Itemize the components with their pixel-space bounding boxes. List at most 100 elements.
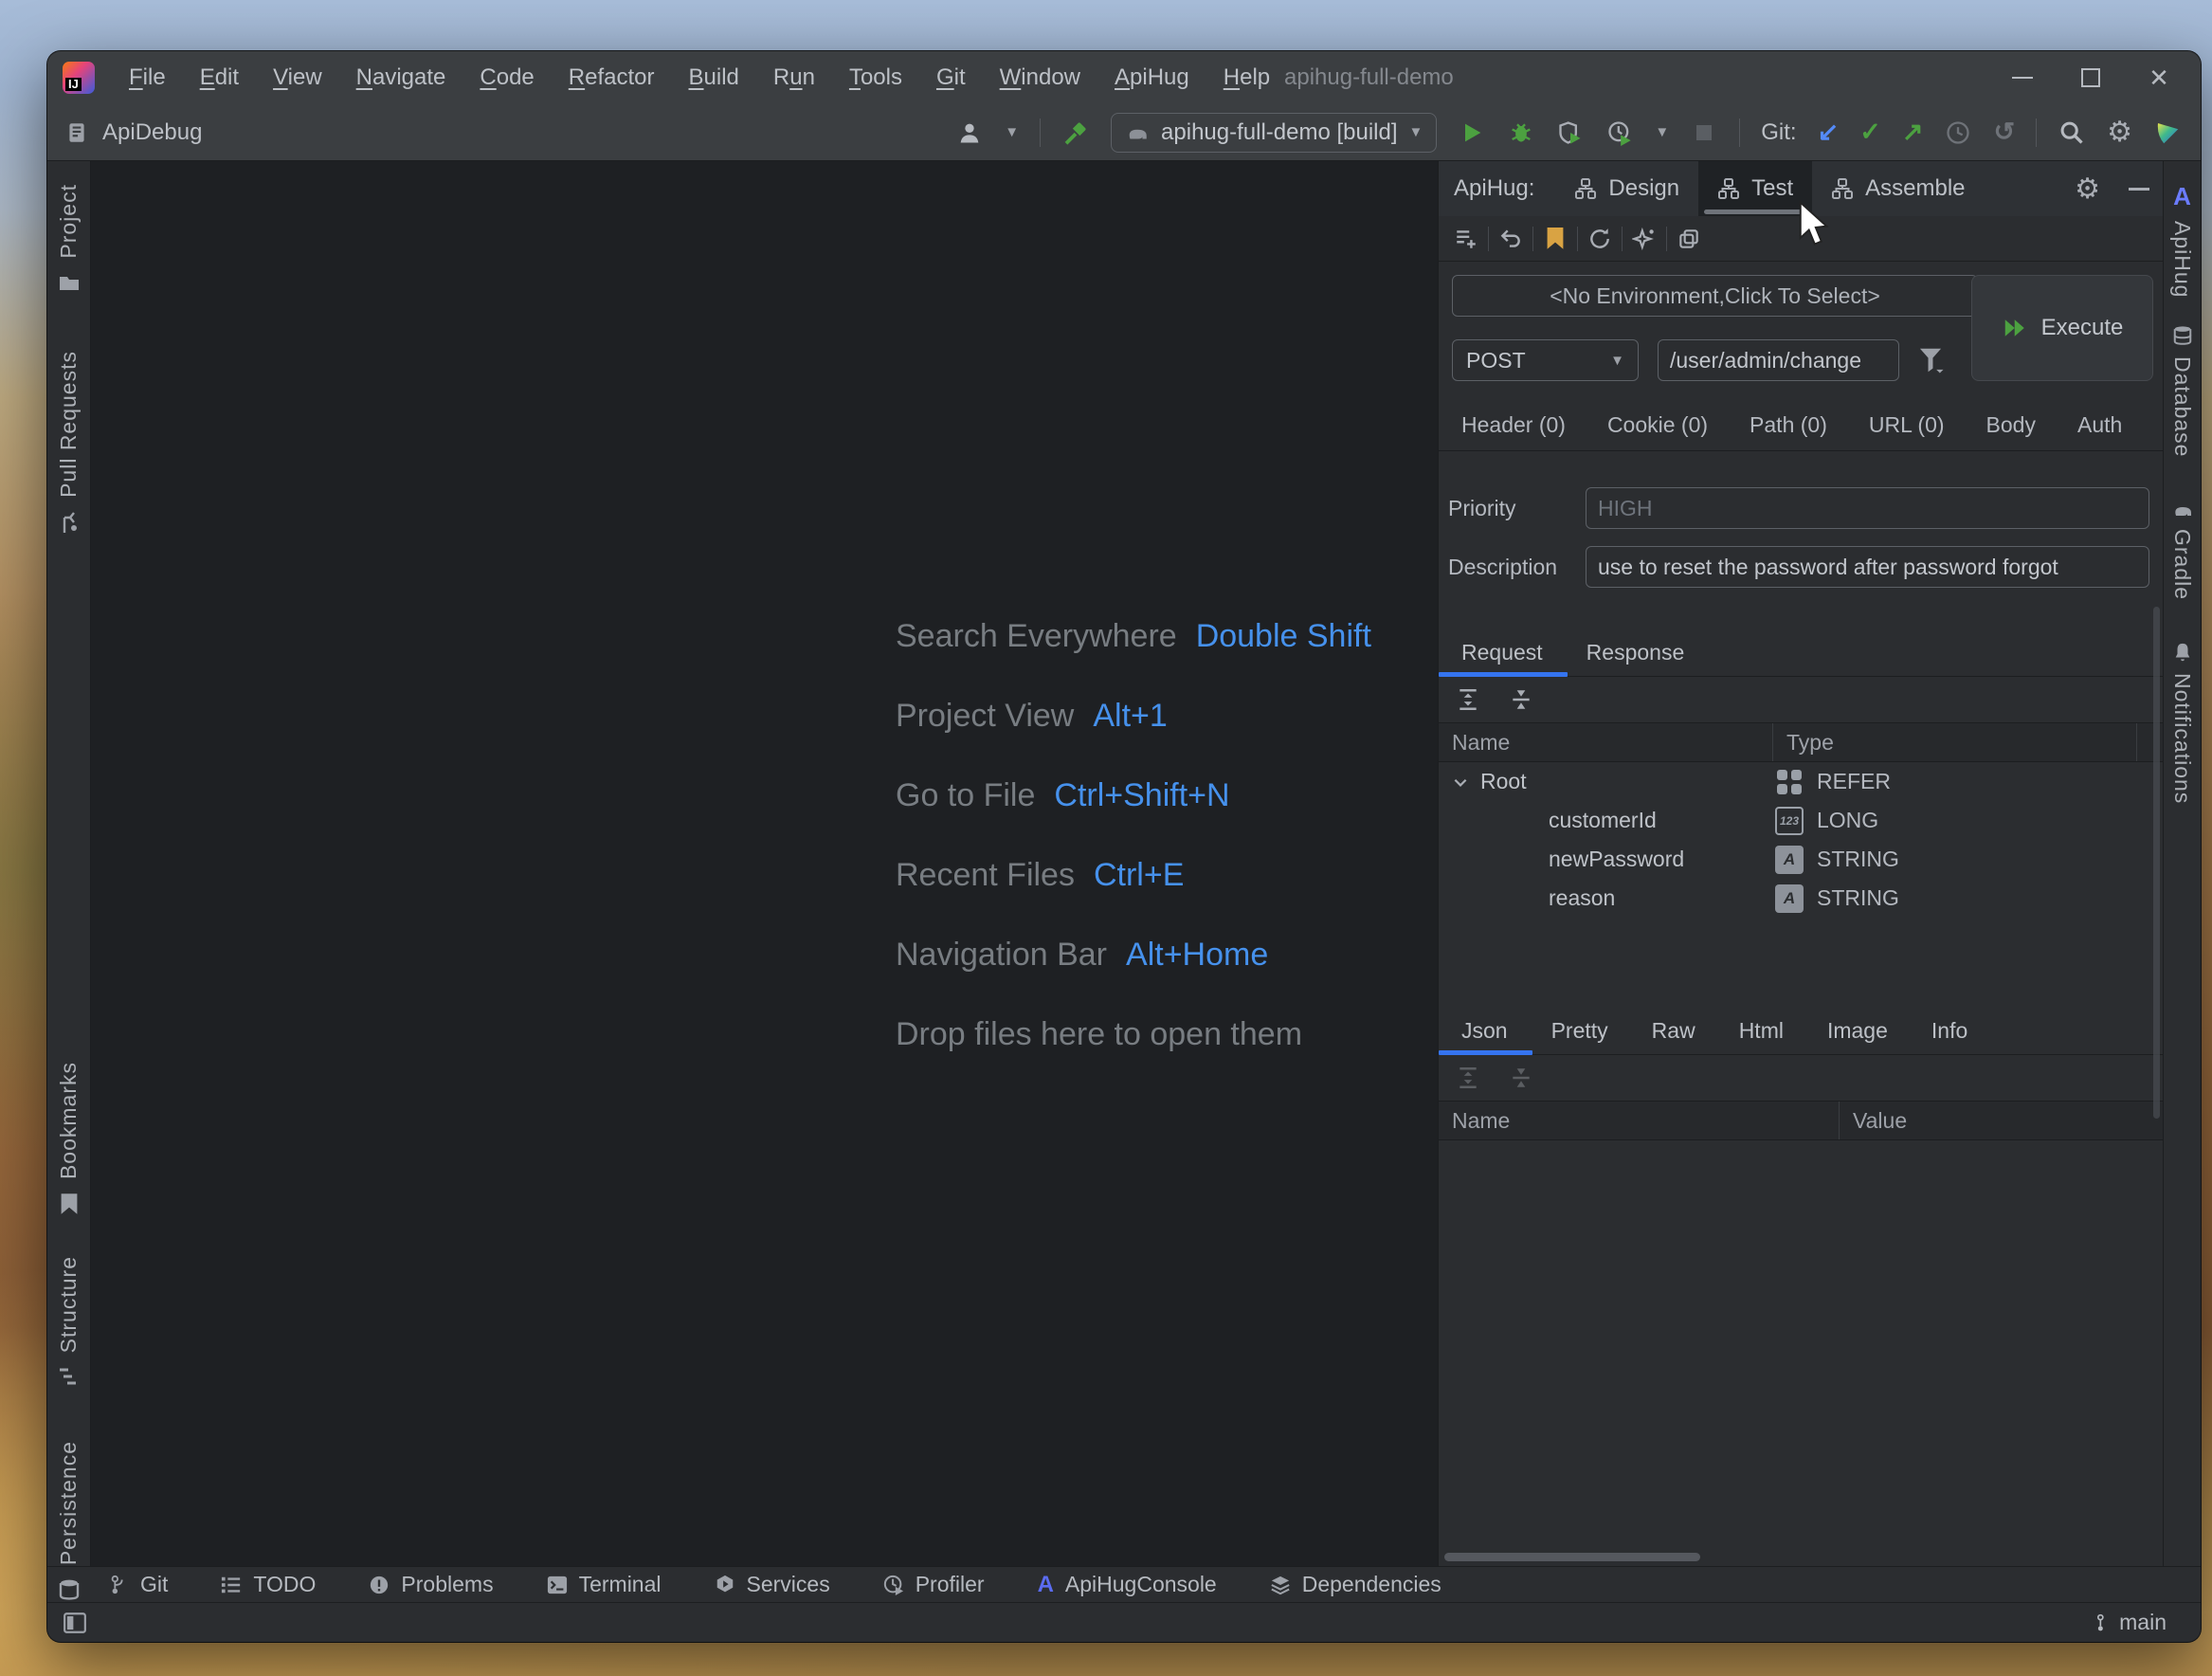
expand-all-icon[interactable]: [1454, 683, 1482, 716]
maximize-button[interactable]: [2057, 51, 2125, 104]
git-commit-check-icon[interactable]: ✓: [1859, 118, 1881, 147]
filter-funnel-icon[interactable]: [1916, 345, 1945, 375]
menu-item[interactable]: Navigate: [343, 59, 460, 97]
priority-row: Priority: [1439, 487, 2163, 529]
toolwindow-profiler[interactable]: Profiler: [883, 1572, 985, 1597]
sidebar-item-apihug[interactable]: A ApiHug: [2164, 182, 2201, 298]
response-view-tab[interactable]: Html: [1739, 1008, 1784, 1054]
request-url-input[interactable]: [1658, 339, 1899, 381]
param-tab[interactable]: Auth: [2077, 412, 2122, 438]
profiler-button[interactable]: [1605, 117, 1634, 149]
git-branch-widget[interactable]: main: [2093, 1610, 2167, 1635]
toolwindow-dependencies[interactable]: Dependencies: [1270, 1572, 1441, 1597]
sidebar-item-project[interactable]: Project: [47, 184, 90, 293]
column-value[interactable]: Value: [1839, 1102, 2163, 1139]
column-name[interactable]: Name: [1439, 723, 1772, 761]
ai-sparkle-icon[interactable]: [1623, 223, 1666, 255]
run-configuration-select[interactable]: apihug-full-demo [build] ▼: [1111, 112, 1438, 153]
panel-minimize-icon[interactable]: [2129, 187, 2149, 191]
bookmark-icon[interactable]: [1533, 223, 1577, 255]
table-row[interactable]: newPassword STRING: [1439, 840, 2163, 879]
toolwindow-services[interactable]: Services: [715, 1572, 830, 1597]
response-view-tab[interactable]: Pretty: [1551, 1008, 1608, 1054]
chevron-down-icon[interactable]: [1452, 774, 1471, 791]
sidebar-item-structure[interactable]: Structure: [47, 1256, 90, 1387]
menu-item[interactable]: Refactor: [555, 59, 668, 97]
menu-item[interactable]: ApiHug: [1101, 59, 1203, 97]
sidebar-item-notifications[interactable]: Notifications: [2164, 641, 2201, 804]
vertical-scrollbar[interactable]: [2153, 607, 2160, 1119]
environment-select-button[interactable]: <No Environment,Click To Select>: [1452, 275, 1978, 317]
shortcut-keys[interactable]: Alt+1: [1093, 698, 1167, 735]
table-row[interactable]: Root REFER: [1439, 762, 2163, 801]
sidebar-item-persistence[interactable]: Persistence: [47, 1441, 90, 1601]
layout-toggle-icon[interactable]: [61, 1607, 89, 1639]
menu-item[interactable]: Build: [676, 59, 752, 97]
table-row[interactable]: customerId LONG: [1439, 801, 2163, 840]
menu-item[interactable]: Window: [987, 59, 1094, 97]
menu-item[interactable]: View: [260, 59, 335, 97]
run-button[interactable]: [1458, 117, 1486, 149]
response-view-tab[interactable]: Raw: [1652, 1008, 1695, 1054]
apihug-tab[interactable]: Assemble: [1812, 161, 1984, 216]
menu-item[interactable]: Tools: [836, 59, 916, 97]
apihug-tab[interactable]: Test: [1698, 161, 1813, 216]
collapse-all-icon[interactable]: [1507, 683, 1535, 716]
menu-item[interactable]: Help: [1210, 59, 1283, 97]
column-name[interactable]: Name: [1439, 1102, 1839, 1139]
response-view-tab[interactable]: Info: [1931, 1008, 1967, 1054]
sidebar-item-bookmarks[interactable]: Bookmarks: [47, 1062, 90, 1215]
sidebar-item-gradle[interactable]: Gradle: [2164, 501, 2201, 600]
shortcut-keys[interactable]: Ctrl+Shift+N: [1054, 777, 1229, 814]
minimize-button[interactable]: [1988, 51, 2057, 104]
request-response-tab[interactable]: Response: [1586, 629, 1685, 676]
table-row[interactable]: reason STRING: [1439, 879, 2163, 918]
build-hammer-icon[interactable]: [1061, 117, 1090, 149]
param-tab[interactable]: Cookie (0): [1607, 412, 1708, 438]
close-button[interactable]: ✕: [2125, 51, 2193, 104]
sidebar-item-pull-requests[interactable]: Pull Requests: [47, 351, 90, 534]
panel-settings-gear-icon[interactable]: ⚙: [2075, 173, 2100, 206]
menu-item[interactable]: Edit: [187, 59, 252, 97]
param-tab[interactable]: Body: [1986, 412, 2036, 438]
menu-item[interactable]: Run: [760, 59, 828, 97]
copy-icon[interactable]: [1667, 223, 1711, 255]
toolwindow-apihugconsole[interactable]: A ApiHugConsole: [1038, 1572, 1217, 1598]
user-dropdown-caret-icon[interactable]: ▼: [1005, 124, 1019, 140]
response-view-tab[interactable]: Image: [1827, 1008, 1888, 1054]
add-request-icon[interactable]: [1444, 223, 1488, 255]
column-type[interactable]: Type: [1772, 723, 2136, 761]
execute-button[interactable]: Execute: [1971, 275, 2153, 381]
debug-button[interactable]: [1507, 117, 1535, 149]
git-push-icon[interactable]: ↗: [1902, 118, 1924, 147]
param-tab[interactable]: Header (0): [1461, 412, 1566, 438]
menu-item[interactable]: Git: [923, 59, 979, 97]
search-icon[interactable]: [2058, 117, 2086, 149]
user-account-icon[interactable]: [955, 117, 984, 149]
sidebar-item-database[interactable]: Database: [2164, 324, 2201, 457]
http-method-select[interactable]: POST ▼: [1452, 339, 1639, 381]
settings-gear-icon[interactable]: ⚙: [2107, 116, 2132, 149]
menu-item[interactable]: File: [116, 59, 179, 97]
description-input[interactable]: [1586, 546, 2149, 588]
shortcut-keys[interactable]: Ctrl+E: [1094, 857, 1184, 894]
toolwindow-terminal[interactable]: Terminal: [547, 1572, 662, 1597]
refresh-icon[interactable]: [1578, 223, 1622, 255]
response-view-tab[interactable]: Json: [1439, 1008, 1532, 1055]
toolwindow-git[interactable]: Git: [108, 1572, 168, 1597]
menu-item[interactable]: Code: [466, 59, 547, 97]
apihug-tab[interactable]: Design: [1555, 161, 1698, 216]
profiler-caret-icon[interactable]: ▼: [1655, 124, 1669, 140]
request-response-tab[interactable]: Request: [1439, 629, 1568, 677]
horizontal-scrollbar[interactable]: [1444, 1553, 1700, 1561]
undo-icon[interactable]: [1489, 223, 1532, 255]
run-with-coverage-button[interactable]: [1556, 117, 1585, 149]
toolwindow-problems[interactable]: Problems: [369, 1572, 494, 1597]
param-tab[interactable]: Path (0): [1750, 412, 1827, 438]
priority-input[interactable]: [1586, 487, 2149, 529]
shortcut-keys[interactable]: Alt+Home: [1126, 937, 1268, 974]
shortcut-keys[interactable]: Double Shift: [1196, 618, 1371, 655]
toolwindow-todo[interactable]: TODO: [221, 1572, 316, 1597]
param-tab[interactable]: URL (0): [1869, 412, 1945, 438]
git-update-icon[interactable]: ↙: [1818, 118, 1840, 147]
